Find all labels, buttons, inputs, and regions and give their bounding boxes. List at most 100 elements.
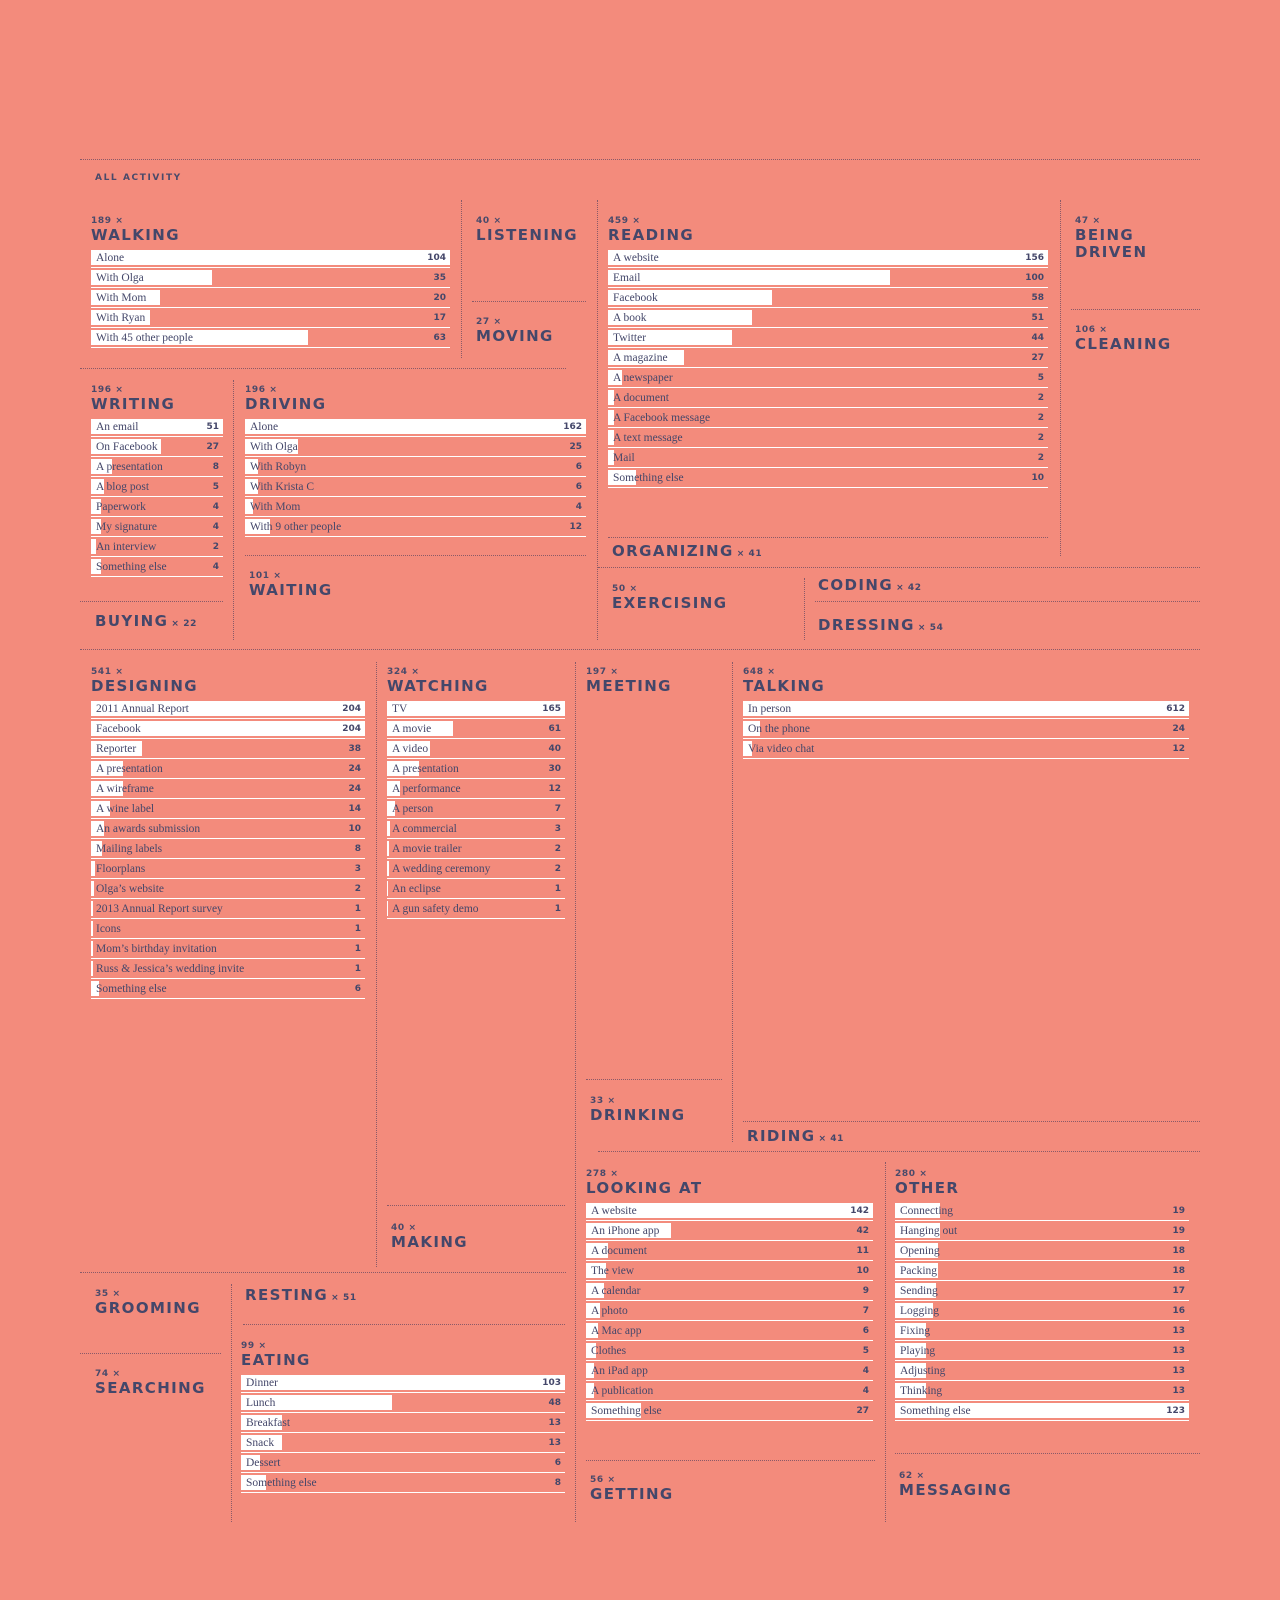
bar-row: Breakfast 13 bbox=[241, 1415, 565, 1433]
bar-row: Lunch 48 bbox=[241, 1395, 565, 1413]
activity-watching: 324 × WATCHING TV 165 A movie 61 A video 40 A pr… bbox=[387, 667, 565, 921]
bar-label: A person bbox=[392, 803, 434, 815]
bar-row: A presentation 24 bbox=[91, 761, 365, 779]
bar-row: On the phone 24 bbox=[743, 721, 1189, 739]
bar-row: A website 156 bbox=[608, 250, 1048, 268]
bar-label: An email bbox=[96, 421, 139, 433]
bar-label: Opening bbox=[900, 1245, 940, 1257]
divider bbox=[575, 662, 576, 1522]
bar-value: 18 bbox=[1172, 1266, 1185, 1276]
bar-value: 63 bbox=[433, 333, 446, 343]
bar-list: Connecting 19 Hanging out 19 Opening 18 Packin… bbox=[895, 1203, 1189, 1421]
bar-label: With Mom bbox=[96, 292, 147, 304]
section-title: WAITING bbox=[249, 581, 333, 599]
bar-row: With Krista C 6 bbox=[245, 479, 586, 497]
bar-value: 4 bbox=[212, 502, 219, 512]
bar-value: 1 bbox=[354, 964, 361, 974]
bar-label: A video bbox=[392, 743, 429, 755]
bar-value: 4 bbox=[862, 1386, 869, 1396]
bar-value: 5 bbox=[862, 1346, 869, 1356]
section-title: CODING × 42 bbox=[818, 577, 1018, 597]
bar-value: 8 bbox=[354, 844, 361, 854]
bar-row: A calendar 9 bbox=[586, 1283, 873, 1301]
bar-row: With Ryan 17 bbox=[91, 310, 450, 328]
bar-value: 13 bbox=[548, 1418, 561, 1428]
bar-label: Adjusting bbox=[900, 1365, 946, 1377]
bar-list: In person 612 On the phone 24 Via video chat… bbox=[743, 701, 1189, 759]
bar-row: Something else 8 bbox=[241, 1475, 565, 1493]
bar-label: Twitter bbox=[613, 332, 647, 344]
bar-value: 142 bbox=[850, 1206, 869, 1216]
bar-value: 6 bbox=[862, 1326, 869, 1336]
bar-value: 42 bbox=[856, 1226, 869, 1236]
bar-value: 162 bbox=[563, 422, 582, 432]
bar-row: A Mac app 6 bbox=[586, 1323, 873, 1341]
bar-label: Mail bbox=[613, 452, 635, 464]
divider bbox=[598, 567, 1200, 568]
divider bbox=[608, 537, 1048, 538]
bar-label: A presentation bbox=[96, 461, 163, 473]
bar-row: A presentation 8 bbox=[91, 459, 223, 477]
bar-row: A Facebook message 2 bbox=[608, 410, 1048, 428]
section-title: BUYING × 22 bbox=[95, 613, 225, 633]
bar-label: A presentation bbox=[96, 763, 163, 775]
bar-row: A newspaper 5 bbox=[608, 370, 1048, 388]
activity-messaging: 62 × MESSAGING bbox=[899, 1471, 1099, 1499]
bar-value: 1 bbox=[554, 904, 561, 914]
bar-row: Something else 10 bbox=[608, 470, 1048, 488]
bar-value: 2 bbox=[1037, 453, 1044, 463]
bar-row: 2013 Annual Report survey 1 bbox=[91, 901, 365, 919]
bar-row: A video 40 bbox=[387, 741, 565, 759]
bar-label: Icons bbox=[96, 923, 121, 935]
bar-list: Alone 162 With Olga 25 With Robyn 6 With Krist… bbox=[245, 419, 586, 537]
bar-row: A document 11 bbox=[586, 1243, 873, 1261]
section-title: LOOKING AT bbox=[586, 1179, 703, 1197]
bar-label: 2013 Annual Report survey bbox=[96, 903, 223, 915]
bar-row: A movie 61 bbox=[387, 721, 565, 739]
activity-listening: 40 × LISTENING bbox=[476, 216, 586, 244]
bar-label: Thinking bbox=[900, 1385, 943, 1397]
bar-label: Sending bbox=[900, 1285, 938, 1297]
bar-label: A wine label bbox=[96, 803, 155, 815]
section-title: DESIGNING bbox=[91, 677, 198, 695]
divider bbox=[597, 200, 598, 640]
bar-label: An iPhone app bbox=[591, 1225, 660, 1237]
bar-label: A movie bbox=[392, 723, 432, 735]
bar-row: Icons 1 bbox=[91, 921, 365, 939]
bar-label: Facebook bbox=[96, 723, 141, 735]
bar-value: 38 bbox=[348, 744, 361, 754]
bar-label: Something else bbox=[96, 561, 167, 573]
bar-label: Floorplans bbox=[96, 863, 146, 875]
bar-row: Email 100 bbox=[608, 270, 1048, 288]
bar-value: 10 bbox=[1031, 473, 1044, 483]
bar-label: Alone bbox=[250, 421, 279, 433]
bar-row: With Mom 20 bbox=[91, 290, 450, 308]
bar-label: With Olga bbox=[250, 441, 298, 453]
bar-value: 204 bbox=[342, 724, 361, 734]
bar-value: 24 bbox=[348, 784, 361, 794]
bar-value: 100 bbox=[1025, 273, 1044, 283]
bar-value: 40 bbox=[548, 744, 561, 754]
bar bbox=[91, 250, 450, 265]
bar-label: Olga’s website bbox=[96, 883, 165, 895]
bar-value: 8 bbox=[554, 1478, 561, 1488]
bar-value: 16 bbox=[1172, 1306, 1185, 1316]
bar-list: Dinner 103 Lunch 48 Breakfast 13 Snack 13 Desser… bbox=[241, 1375, 565, 1493]
bar-label: Email bbox=[613, 272, 641, 284]
section-title: DRINKING bbox=[590, 1106, 686, 1124]
section-title: OTHER bbox=[895, 1179, 960, 1197]
bar bbox=[91, 901, 93, 916]
bar-value: 27 bbox=[1031, 353, 1044, 363]
activity-looking-at: 278 × LOOKING AT A website 142 An iPhone app… bbox=[586, 1169, 873, 1423]
bar-label: Playing bbox=[900, 1345, 936, 1357]
bar-value: 103 bbox=[542, 1378, 561, 1388]
bar-list: Alone 104 With Olga 35 With Mom 20 With Ryan 17… bbox=[91, 250, 450, 348]
bar-row: An eclipse 1 bbox=[387, 881, 565, 899]
activity-reading: 459 × READING A website 156 Email 100 Facebook… bbox=[608, 216, 1048, 490]
bar-label: A Mac app bbox=[591, 1325, 642, 1337]
bar bbox=[91, 881, 94, 896]
bar-value: 165 bbox=[542, 704, 561, 714]
bar-value: 14 bbox=[348, 804, 361, 814]
bar-label: A document bbox=[613, 392, 669, 404]
section-title: WALKING bbox=[91, 226, 180, 244]
